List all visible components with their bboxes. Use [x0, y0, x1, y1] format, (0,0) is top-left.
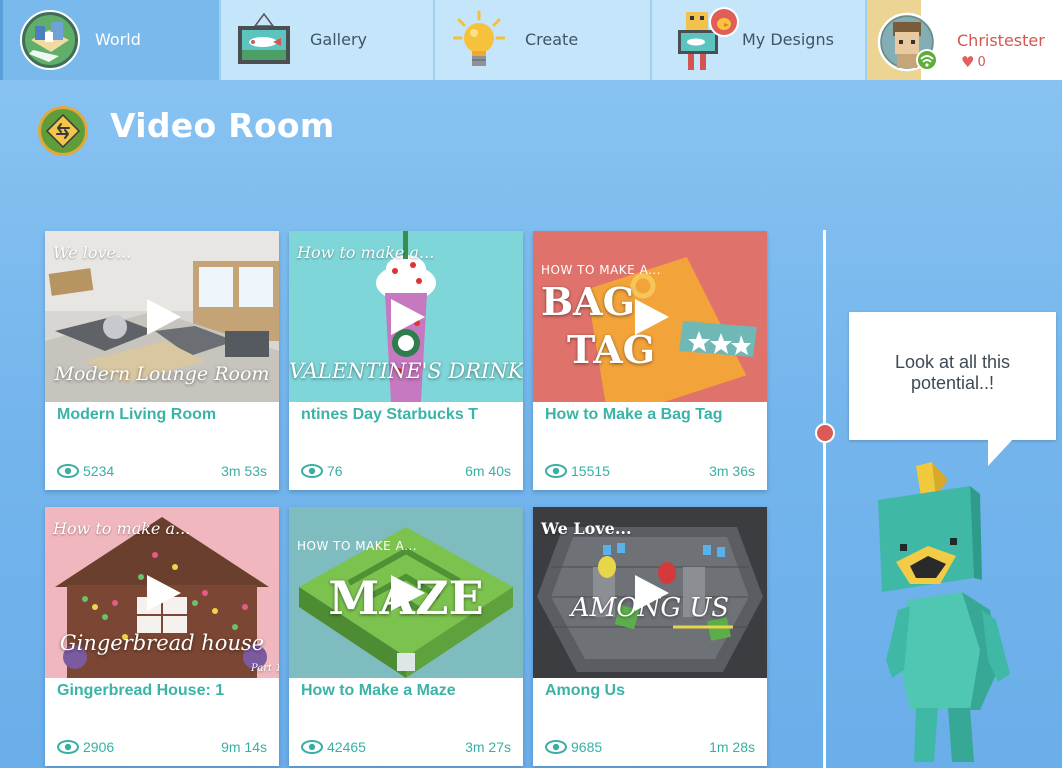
world-island-icon [20, 10, 80, 70]
view-count-value: 9685 [571, 739, 603, 755]
video-thumbnail: How to make a... Gingerbread house Part … [45, 507, 279, 678]
video-thumbnail: HOW TO MAKE A... MAZE [289, 507, 523, 678]
view-count-value: 2906 [83, 739, 115, 755]
video-title[interactable]: ntines Day Starbucks T [301, 406, 515, 424]
mascot-character [878, 462, 1010, 762]
view-count: 15515 [545, 463, 610, 479]
eye-icon [545, 464, 567, 478]
view-count: 5234 [57, 463, 114, 479]
likes-count: ♥ 0 [961, 53, 986, 71]
thumbnail-overlay-part: Part 1 [251, 663, 279, 674]
thumbnail-overlay-small: How to make a... [297, 243, 435, 262]
video-title[interactable]: Gingerbread House: 1 [57, 682, 271, 700]
eye-icon [301, 740, 323, 754]
user-avatar-icon [877, 12, 938, 72]
my-designs-icon [678, 7, 739, 70]
video-duration: 3m 53s [221, 463, 267, 479]
thumbnail-overlay-small: HOW TO MAKE A... [297, 539, 418, 553]
play-icon[interactable] [147, 575, 181, 611]
thumbnail-overlay-small: We Love... [541, 519, 632, 538]
tab-gallery-label: Gallery [310, 30, 367, 49]
username: Christester [957, 31, 1045, 50]
video-title[interactable]: Modern Living Room [57, 406, 271, 424]
back-button[interactable] [38, 106, 88, 156]
tab-my-designs-label: My Designs [742, 30, 834, 49]
video-card-maze[interactable]: HOW TO MAKE A... MAZE How to Make a Maze… [289, 507, 523, 766]
video-thumbnail: We Love... AMONG US [533, 507, 767, 678]
thumbnail-overlay-title: Gingerbread house [59, 631, 265, 655]
thumbnail-overlay-small: We love... [53, 243, 132, 262]
video-stats: 42465 3m 27s [301, 739, 511, 757]
speech-bubble-text: Look at all this potential..! [894, 352, 1011, 393]
eye-icon [57, 464, 79, 478]
video-duration: 9m 14s [221, 739, 267, 755]
view-count-value: 15515 [571, 463, 610, 479]
view-count: 76 [301, 463, 343, 479]
eye-icon [57, 740, 79, 754]
tab-my-designs[interactable]: My Designs [652, 0, 867, 80]
video-thumbnail: HOW TO MAKE A... BAG TAG [533, 231, 767, 402]
video-card-bag-tag[interactable]: HOW TO MAKE A... BAG TAG How to Make a B… [533, 231, 767, 490]
thumbnail-overlay-title-line1: BAG [541, 279, 636, 324]
thumbnail-overlay-title: VALENTINE'S DRINK [289, 359, 523, 383]
video-card-valentines-drink[interactable]: How to make a... VALENTINE'S DRINK ntine… [289, 231, 523, 490]
user-profile[interactable]: Christester ♥ 0 [867, 0, 1062, 80]
tab-world-label: World [95, 30, 141, 49]
video-stats: 2906 9m 14s [57, 739, 267, 757]
play-icon[interactable] [391, 299, 425, 335]
video-duration: 1m 28s [709, 739, 755, 755]
tab-world[interactable]: World [0, 0, 221, 80]
tab-create[interactable]: Create [435, 0, 652, 80]
video-title[interactable]: How to Make a Bag Tag [545, 406, 759, 424]
view-count: 2906 [57, 739, 114, 755]
view-count-value: 42465 [327, 739, 366, 755]
play-icon[interactable] [635, 575, 669, 611]
view-count-value: 76 [327, 463, 343, 479]
video-title[interactable]: Among Us [545, 682, 759, 700]
speech-bubble: Look at all this potential..! [849, 312, 1056, 440]
gallery-painting-icon [238, 12, 290, 64]
view-count-value: 5234 [83, 463, 115, 479]
video-thumbnail: We love... Modern Lounge Room [45, 231, 279, 402]
video-stats: 5234 3m 53s [57, 463, 267, 481]
scroll-slider-track[interactable] [823, 230, 826, 768]
play-icon[interactable] [635, 299, 669, 335]
tab-create-label: Create [525, 30, 579, 49]
thumbnail-overlay-small: How to make a... [53, 519, 191, 538]
video-thumbnail: How to make a... VALENTINE'S DRINK [289, 231, 523, 402]
video-duration: 6m 40s [465, 463, 511, 479]
video-stats: 76 6m 40s [301, 463, 511, 481]
likes-value: 0 [977, 54, 986, 70]
thumbnail-overlay-small: HOW TO MAKE A... [541, 263, 662, 277]
eye-icon [545, 740, 567, 754]
play-icon[interactable] [391, 575, 425, 611]
page-title: Video Room [110, 106, 335, 145]
tab-gallery[interactable]: Gallery [221, 0, 435, 80]
video-stats: 15515 3m 36s [545, 463, 755, 481]
view-count: 9685 [545, 739, 602, 755]
heart-icon: ♥ [961, 53, 975, 71]
video-card-among-us[interactable]: We Love... AMONG US Among Us 9685 1m 28s [533, 507, 767, 766]
video-duration: 3m 27s [465, 739, 511, 755]
lightbulb-icon [453, 10, 505, 66]
play-icon[interactable] [147, 299, 181, 335]
video-title[interactable]: How to Make a Maze [301, 682, 515, 700]
video-card-modern-living-room[interactable]: We love... Modern Lounge Room Modern Liv… [45, 231, 279, 490]
scroll-slider-thumb[interactable] [815, 423, 835, 443]
video-stats: 9685 1m 28s [545, 739, 755, 757]
top-navigation: World Gallery Create My Designs Christes… [0, 0, 1062, 80]
view-count: 42465 [301, 739, 366, 755]
eye-icon [301, 464, 323, 478]
video-duration: 3m 36s [709, 463, 755, 479]
video-card-gingerbread-house[interactable]: How to make a... Gingerbread house Part … [45, 507, 279, 766]
thumbnail-overlay-title: Modern Lounge Room [54, 363, 270, 385]
